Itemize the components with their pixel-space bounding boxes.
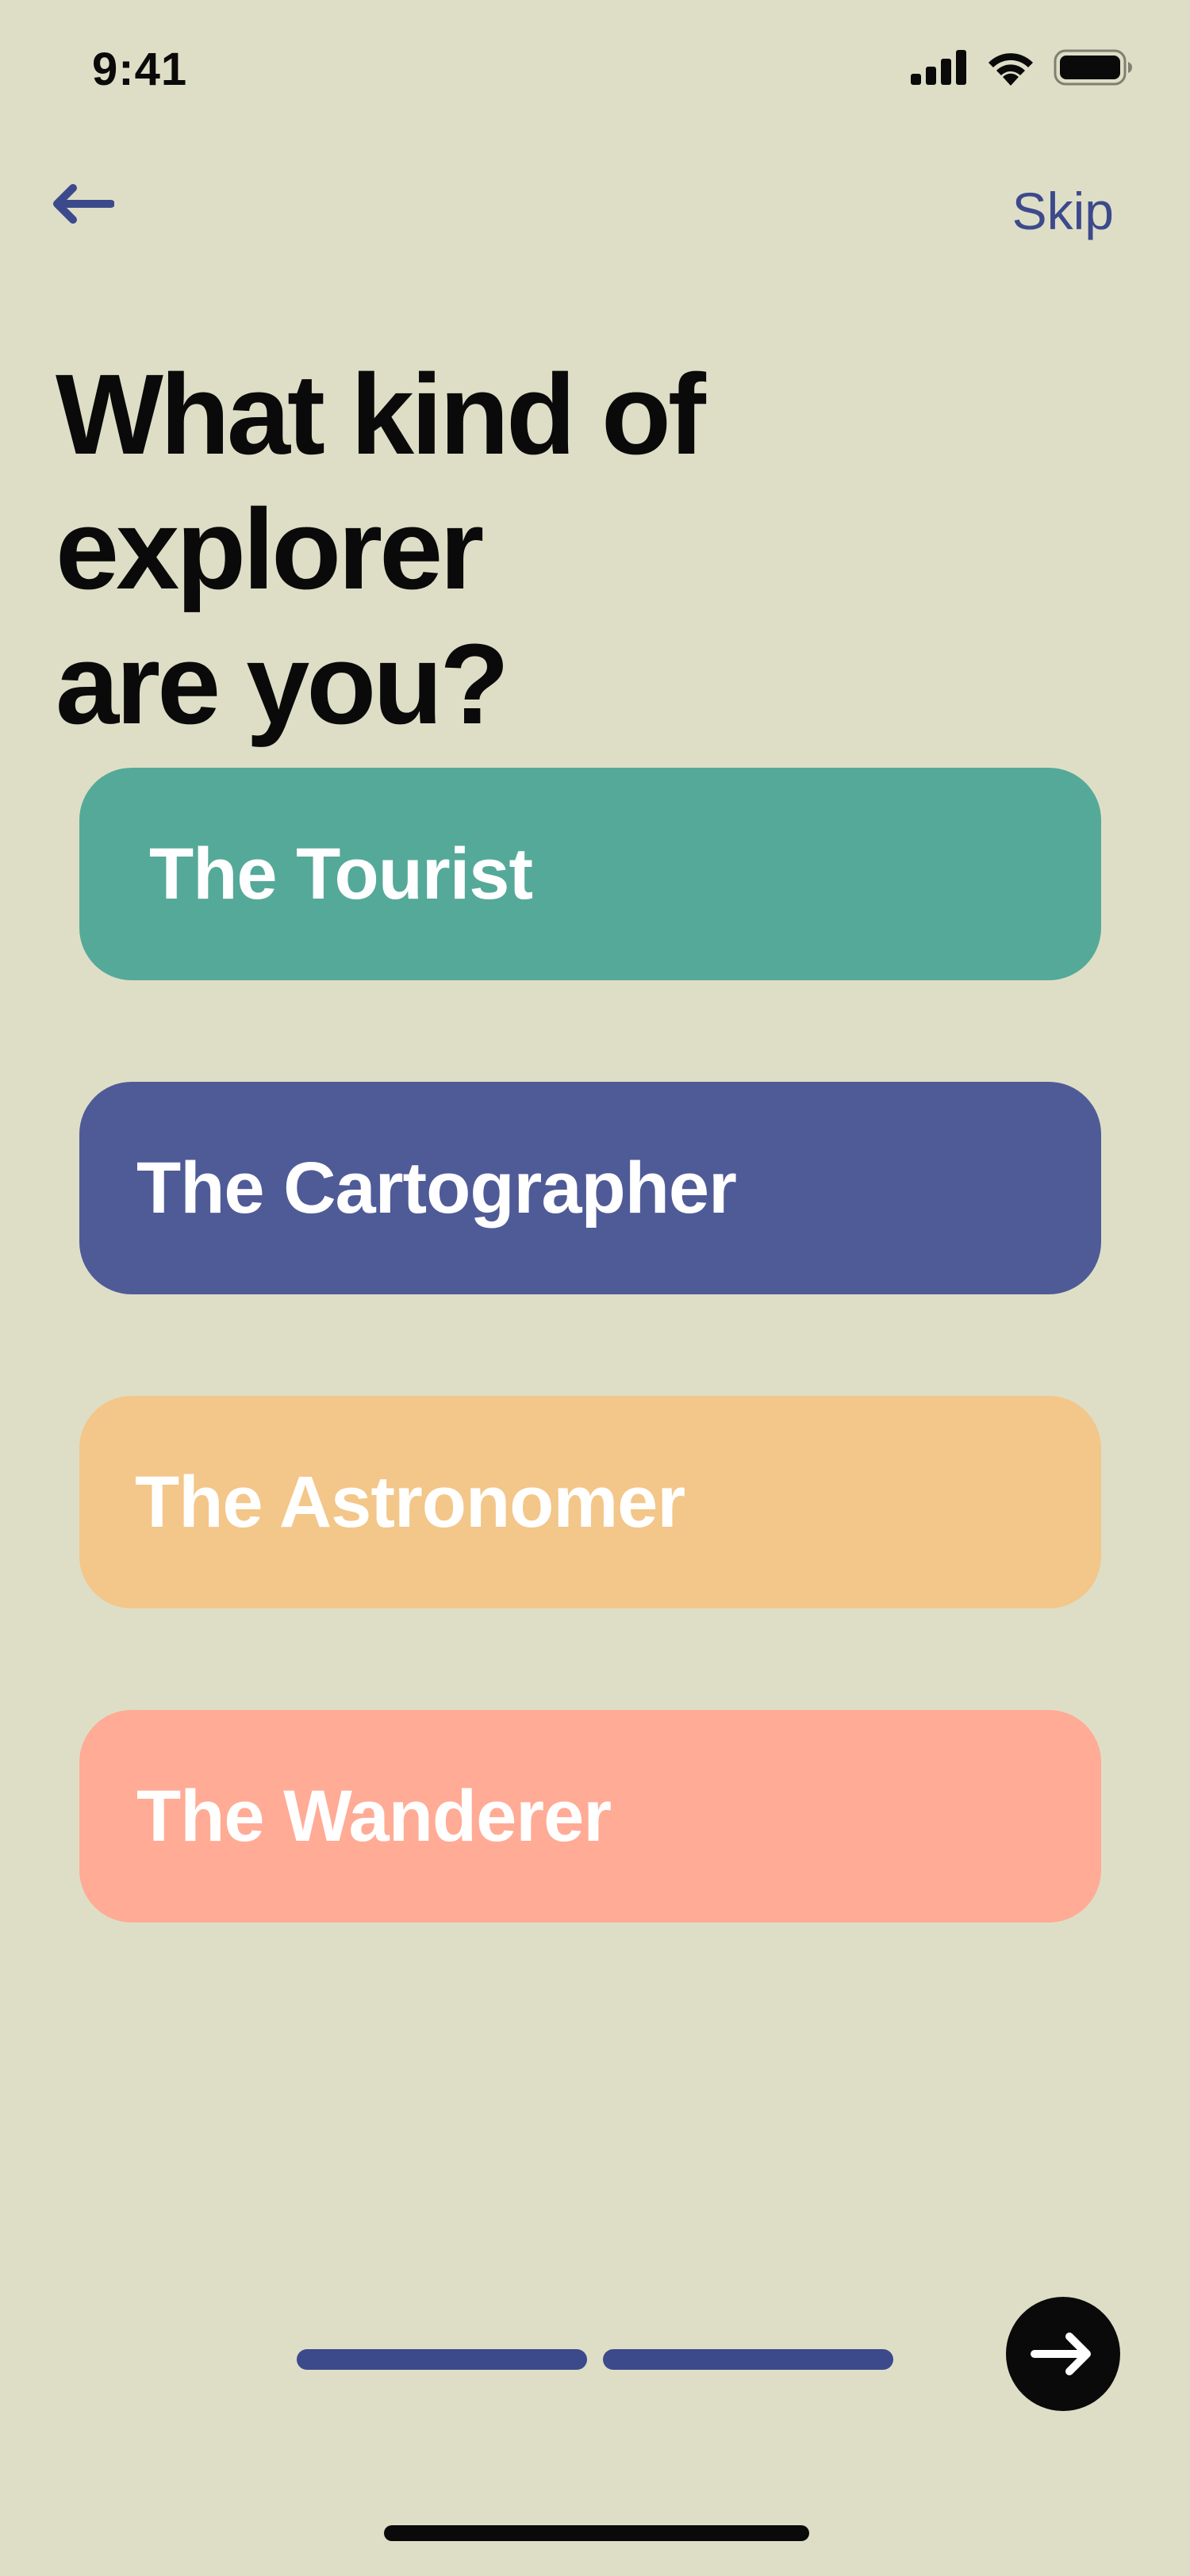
cellular-signal-icon <box>911 50 966 85</box>
home-indicator <box>384 2525 809 2541</box>
option-label: The Wanderer <box>136 1775 612 1857</box>
wifi-icon <box>988 53 1033 86</box>
option-label: The Cartographer <box>136 1147 737 1229</box>
status-bar: 9:41 <box>0 0 1190 135</box>
status-time: 9:41 <box>92 44 188 95</box>
arrow-right-icon <box>1031 2333 1091 2375</box>
page-title: What kind of explorer are you? <box>56 347 1150 752</box>
option-tourist[interactable]: The Tourist <box>79 768 1101 980</box>
option-astronomer[interactable]: The Astronomer <box>79 1396 1101 1608</box>
progress-segment-1 <box>297 2349 587 2370</box>
page-title-line-2: are you? <box>56 620 509 748</box>
next-button[interactable] <box>1006 2297 1120 2411</box>
status-icons <box>911 48 1133 87</box>
option-cartographer[interactable]: The Cartographer <box>79 1082 1101 1294</box>
progress-segment-2 <box>603 2349 893 2370</box>
option-label: The Astronomer <box>135 1461 685 1543</box>
option-label: The Tourist <box>149 833 533 914</box>
progress-indicator <box>297 2349 893 2370</box>
option-wanderer[interactable]: The Wanderer <box>79 1710 1101 1922</box>
skip-button[interactable]: Skip <box>1012 181 1114 241</box>
arrow-left-icon <box>53 184 114 224</box>
page-title-line-1: What kind of explorer <box>56 351 706 613</box>
battery-icon <box>1054 49 1132 86</box>
back-button[interactable] <box>46 176 117 232</box>
